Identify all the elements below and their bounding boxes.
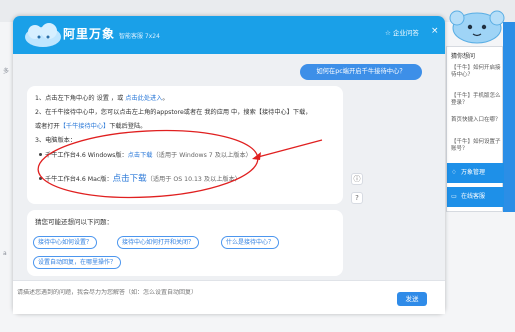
answer-text: 我的应用 (204, 109, 230, 116)
mac-note: （适用于 OS 10.13 及以上版本） (146, 176, 241, 183)
windows-download-link[interactable]: 点击下载 (128, 152, 153, 159)
background-edge-label: a (3, 250, 7, 257)
answer-text: 。 (162, 95, 169, 102)
answer-step-1: 1、点击左下角中心的 设置 ，或 点击此处进入。 (35, 93, 169, 102)
answer-text: 或者打开 (35, 123, 60, 130)
enterprise-qa-link[interactable]: ☆ 企业问答 (385, 27, 419, 37)
cloud-logo-icon (25, 23, 61, 47)
chat-header: 阿里万象 智能客服 7x24 ☆ 企业问答 × (13, 16, 445, 54)
recommendation-item[interactable]: 首页快捷入口在哪？ (451, 117, 501, 124)
windows-note: （适用于 Windows 7 及以上版本） (152, 152, 252, 159)
brand-title: 阿里万象 (63, 27, 116, 41)
background-side-strip (503, 22, 515, 212)
windows-label: 千牛工作台4.6 Windows版： (45, 152, 128, 159)
online-service-button[interactable]: ▭ 在线客服 (447, 187, 504, 207)
answer-text: 1、点击左下角中心的 设置 ，或 (35, 95, 126, 102)
online-service-button-label: 在线客服 (461, 193, 486, 200)
answer-text: 中，搜索【接待中心】下载， (229, 109, 312, 116)
bot-answer-card: 1、点击左下角中心的 设置 ，或 点击此处进入。 2、在千牛接待中心中，您可以点… (27, 86, 343, 204)
manage-button-label: 万象管理 (461, 169, 486, 176)
recommendation-panel: 猜你想问 【千牛】如何开启接待中心？ 【千牛】手机版怎么登录？ 首页快捷入口在哪… (446, 46, 504, 212)
bullet-icon (39, 153, 42, 156)
answer-step-2: 2、在千牛接待中心中，您可以点击左上角的appstore或者在 我的应用 中，搜… (35, 107, 311, 116)
suggestion-card: 猜您可能还想问以下问题： 接待中心如何设置？ 接待中心如何打开和关闭？ 什么是接… (27, 210, 343, 276)
windows-download-row: 千牛工作台4.6 Windows版：点击下载（适用于 Windows 7 及以上… (39, 150, 252, 159)
recommendation-item[interactable]: 【千牛】如何设置子账号？ (451, 139, 501, 153)
info-icon[interactable]: ⓘ (351, 173, 363, 185)
chat-icon: ▭ (451, 193, 457, 200)
suggestion-title: 猜您可能还想问以下问题： (35, 218, 113, 226)
recommendation-item[interactable]: 【千牛】手机版怎么登录？ (451, 93, 501, 107)
suggestion-chip[interactable]: 什么是接待中心？ (221, 236, 280, 249)
answer-step-4: 3、电脑版本： (35, 137, 77, 144)
recommendation-item[interactable]: 【千牛】如何开启接待中心？ (451, 65, 501, 79)
close-icon[interactable]: × (431, 26, 439, 36)
answer-text: 下载后登陆。 (109, 123, 147, 130)
bell-icon: ♢ (451, 169, 457, 176)
message-input[interactable] (17, 289, 387, 296)
input-area: 发送 (13, 280, 445, 314)
mascot-icon (449, 10, 505, 44)
suggestion-chip[interactable]: 接待中心如何设置？ (33, 236, 98, 249)
brand-subtitle: 智能客服 7x24 (119, 33, 160, 40)
suggestion-chip[interactable]: 接待中心如何打开和关闭？ (117, 236, 200, 249)
send-button[interactable]: 发送 (397, 292, 427, 306)
help-icon[interactable]: ? (351, 192, 363, 204)
reception-center-link[interactable]: 【千牛接待中心】 (60, 123, 110, 130)
mac-download-row: 千牛工作台4.6 Mac版：点击下载（适用于 OS 10.13 及以上版本） (39, 172, 241, 184)
answer-step-3: 或者打开【千牛接待中心】下载后登陆。 (35, 121, 146, 130)
suggestion-chip[interactable]: 设置自动回复，在哪里操作？ (33, 256, 122, 269)
background-edge-label: 多 (3, 68, 10, 75)
mac-label: 千牛工作台4.6 Mac版： (45, 176, 113, 183)
recommendation-title: 猜你想问 (451, 53, 476, 60)
manage-button[interactable]: ♢ 万象管理 (447, 163, 504, 183)
answer-text: 2、在千牛接待中心中，您可以点击左上角的appstore或者在 (35, 109, 205, 116)
user-message-bubble: 如何在pc端开启千牛接待中心？ (300, 64, 422, 80)
mac-download-link[interactable]: 点击下载 (113, 174, 147, 184)
enter-link[interactable]: 点击此处进入 (125, 95, 162, 102)
bullet-icon (39, 177, 42, 180)
